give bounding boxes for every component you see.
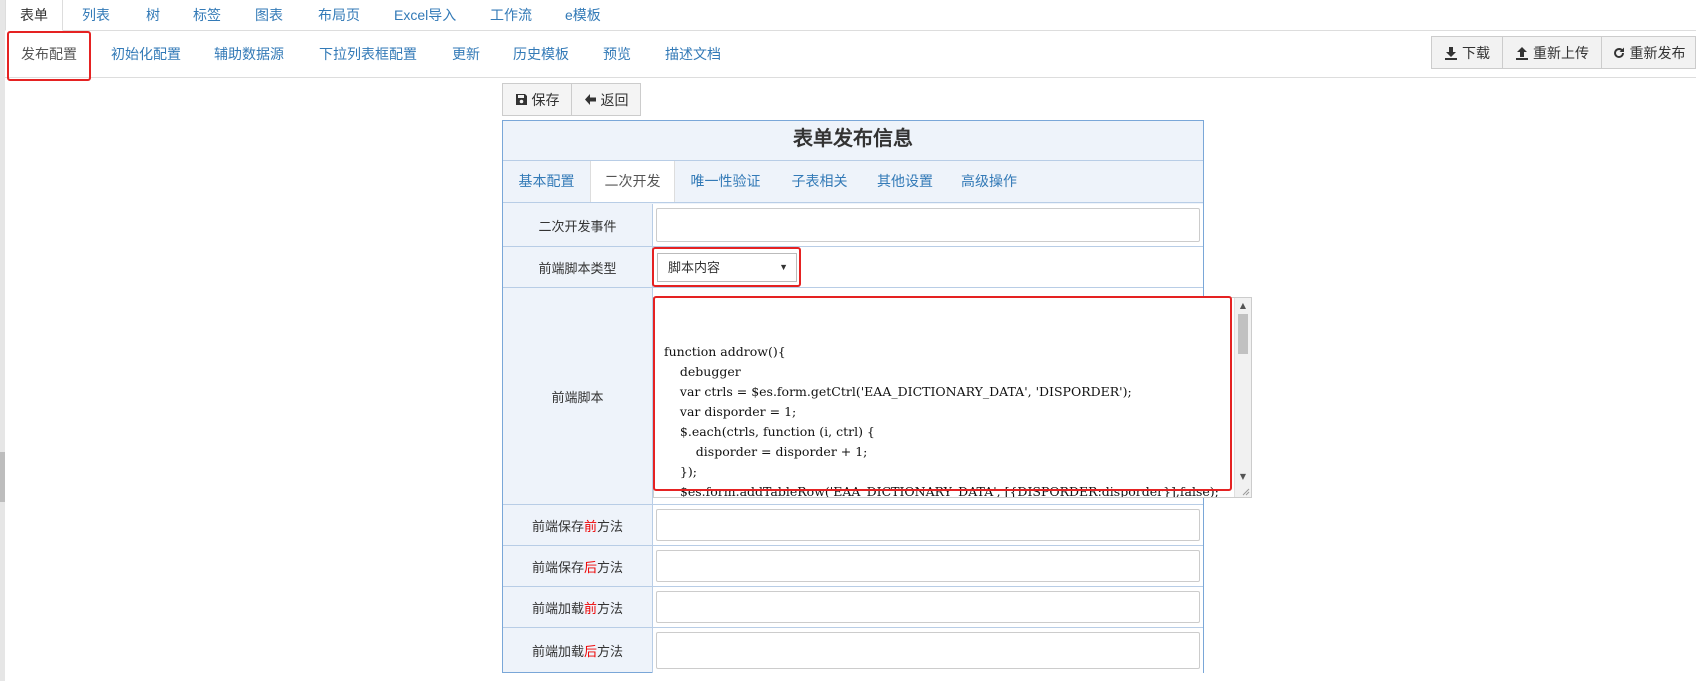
panel-title: 表单发布信息 — [503, 121, 1203, 161]
before-save-label: 前端保存前方法 — [503, 505, 653, 545]
script-type-value: 脚本内容 — [668, 260, 721, 275]
scroll-up-icon[interactable]: ▲ — [1235, 298, 1251, 314]
tab-other-settings[interactable]: 其他设置 — [861, 161, 949, 202]
top-tab-tree[interactable]: 树 — [146, 0, 160, 30]
reupload-button[interactable]: 重新上传 — [1502, 36, 1602, 69]
download-icon — [1445, 46, 1457, 60]
before-load-input[interactable] — [656, 591, 1200, 623]
row-script-type: 前端脚本类型 脚本内容 ▼ — [503, 247, 1203, 288]
sub-tab-aux-datasource[interactable]: 辅助数据源 — [214, 31, 284, 77]
save-button[interactable]: 保存 — [502, 83, 572, 116]
script-label: 前端脚本 — [503, 288, 653, 504]
scroll-down-icon[interactable]: ▼ — [1235, 469, 1251, 485]
dev-event-label: 二次开发事件 — [503, 204, 653, 246]
after-save-label: 前端保存后方法 — [503, 546, 653, 586]
sub-tab-description-doc[interactable]: 描述文档 — [665, 31, 721, 77]
top-tab-e-template[interactable]: e模板 — [565, 0, 601, 30]
before-save-input[interactable] — [656, 509, 1200, 541]
row-before-save: 前端保存前方法 — [503, 505, 1203, 546]
top-tab-excel-import[interactable]: Excel导入 — [394, 0, 456, 30]
sub-tab-preview[interactable]: 预览 — [603, 31, 631, 77]
frontend-script-editor[interactable]: function addrow(){ debugger var ctrls = … — [653, 297, 1252, 498]
top-tab-tag[interactable]: 标签 — [193, 0, 221, 30]
script-type-select[interactable]: 脚本内容 ▼ — [657, 253, 797, 282]
resize-grip-icon[interactable] — [1240, 486, 1250, 496]
tab-subtable[interactable]: 子表相关 — [778, 161, 861, 202]
after-load-input[interactable] — [656, 632, 1200, 669]
save-label: 保存 — [531, 91, 560, 108]
sub-tab-publish-config[interactable]: 发布配置 — [21, 31, 77, 77]
sub-tab-dropdown-config[interactable]: 下拉列表框配置 — [319, 31, 417, 77]
panel-tabs: 基本配置 二次开发 唯一性验证 子表相关 其他设置 高级操作 — [503, 161, 1203, 203]
dev-event-input[interactable] — [656, 208, 1200, 242]
script-scrollbar-thumb[interactable] — [1238, 314, 1248, 354]
row-after-load: 前端加载后方法 — [503, 628, 1203, 673]
tab-uniqueness[interactable]: 唯一性验证 — [673, 161, 778, 202]
reupload-label: 重新上传 — [1533, 44, 1589, 61]
top-tab-list[interactable]: 列表 — [82, 0, 110, 30]
tab-secondary-dev[interactable]: 二次开发 — [590, 161, 675, 202]
after-load-label: 前端加载后方法 — [503, 628, 653, 673]
back-button[interactable]: 返回 — [571, 83, 641, 116]
row-dev-event: 二次开发事件 — [503, 204, 1203, 247]
tab-basic-config[interactable]: 基本配置 — [503, 161, 590, 202]
save-icon — [515, 94, 527, 105]
sub-tab-history-template[interactable]: 历史模板 — [513, 31, 569, 77]
left-scrollbar[interactable] — [0, 0, 5, 681]
top-tab-form[interactable]: 表单 — [5, 0, 63, 31]
after-save-input[interactable] — [656, 550, 1200, 582]
script-code: function addrow(){ debugger var ctrls = … — [664, 344, 1219, 498]
before-load-label: 前端加载前方法 — [503, 587, 653, 627]
sub-tab-init-config[interactable]: 初始化配置 — [111, 31, 181, 77]
republish-label: 重新发布 — [1629, 44, 1686, 61]
top-tab-workflow[interactable]: 工作流 — [490, 0, 532, 30]
script-type-label: 前端脚本类型 — [503, 247, 653, 287]
republish-button[interactable]: 重新发布 — [1601, 36, 1696, 69]
refresh-icon — [1613, 47, 1624, 58]
script-scrollbar[interactable]: ▲ ▼ — [1234, 298, 1251, 497]
download-label: 下载 — [1462, 44, 1490, 61]
upload-icon — [1516, 46, 1528, 60]
top-tab-chart[interactable]: 图表 — [255, 0, 283, 30]
row-before-load: 前端加载前方法 — [503, 587, 1203, 628]
download-button[interactable]: 下载 — [1431, 36, 1503, 69]
top-tab-layout[interactable]: 布局页 — [318, 0, 360, 30]
dropdown-arrow-icon: ▼ — [779, 262, 788, 272]
arrow-left-icon — [584, 94, 596, 105]
row-after-save: 前端保存后方法 — [503, 546, 1203, 587]
tab-advanced[interactable]: 高级操作 — [949, 161, 1029, 202]
back-label: 返回 — [600, 91, 629, 108]
sub-tab-update[interactable]: 更新 — [452, 31, 480, 77]
top-nav: 表单 列表 树 标签 图表 布局页 Excel导入 工作流 e模板 — [5, 0, 1696, 31]
left-scrollbar-thumb[interactable] — [0, 452, 5, 502]
